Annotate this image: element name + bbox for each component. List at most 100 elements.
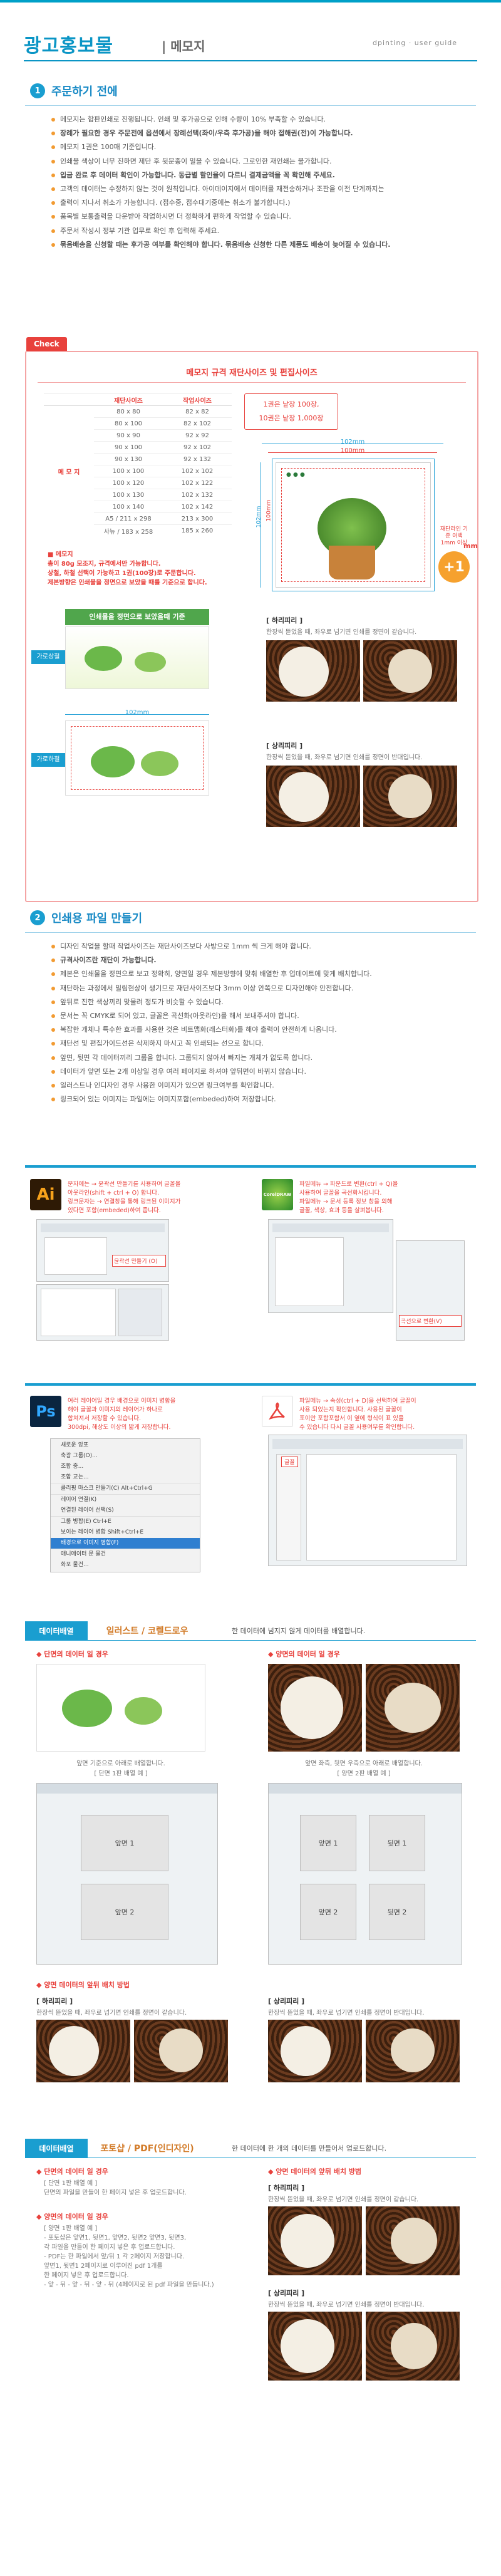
menu-item[interactable]: 레이어 연결(K) [51,1494,200,1505]
band2-single-text: [ 단면 1판 배열 예 ] 단면의 파일을 만들이 한 페이지 넣은 후 업로… [44,2179,187,2198]
cd-line: 글꼴, 색상, 효과 등을 살펴봅니다. [299,1207,384,1214]
ai-line: 있다면 포함(embeded)하여 줍니다. [68,1207,161,1214]
table-cell: 92 x 132 [163,453,232,465]
band1-single-cap2: [ 단면 1판 배열 예 ] [94,1770,148,1777]
left-label: [ 하리피리 ] [266,616,303,625]
cd-screenshot-1 [268,1219,393,1313]
section-2-header: 2 인쇄용 파일 만들기 [30,910,142,926]
tag-horizontal: 가로하철 [31,753,65,767]
menu-item[interactable]: 애니메이터 문 물건 [51,1549,200,1560]
table-cell: 102 x 132 [163,489,232,501]
menu-item[interactable]: 클리핑 마스크 만들기(C) Alt+Ctrl+G [51,1483,200,1494]
table-cell: 82 x 102 [163,417,232,430]
photo-right-a [266,766,360,827]
list-item: 규격사이즈란 재단이 가능합니다. [50,953,476,967]
photo-left-b [363,640,457,702]
cd-menu-hint: 곡선으로 변환(V) [399,1315,462,1327]
band2-left-text: 한장씩 뜯었을 때, 좌우로 넘기면 인쇄를 정면이 같습니다. [268,2196,419,2203]
ai-instructions: 문자에는 → 윤곽선 만들기를 사용하여 글꼴을 아웃라인(shift + ct… [68,1180,180,1215]
band1-double-cap1: 앞면 좌측, 뒷면 우측으로 아래로 배열합니다. [305,1760,423,1767]
band-1-desc: 한 데이터에 넘지지 않게 데이터를 배열합니다. [232,1627,366,1635]
band2-double-title: ◆ 양면의 데이터 일 경우 [36,2213,108,2221]
ps-line: 여러 레이어일 경우 배경으로 이미지 병합을 [68,1398,176,1405]
top-accent-bar [0,0,501,3]
list-item: 묶음배송을 신청할 때는 후가공 여부를 확인해야 합니다. 묶음배송 신청한 … [50,238,476,252]
table-cell: 82 x 82 [163,405,232,418]
band1-single-layout: 앞면 1 앞면 2 [36,1783,218,1965]
menu-item[interactable]: 화포 물건... [51,1560,200,1571]
band2-pair-title: ◆ 양면 데이터의 앞뒤 배치 방법 [268,2168,362,2176]
section-1-list: 메모지는 합판인쇄로 진행됩니다. 인쇄 및 후가공으로 인해 수량이 10% … [50,113,476,252]
menu-item[interactable]: 새로운 앙포 [51,1440,200,1451]
check-heading-rule [38,382,466,383]
list-item: 앞뒤로 진한 색상끼리 맞물려 정도가 비슷할 수 있습니다. [50,995,476,1009]
table-header [44,393,94,406]
pdf-line: 사용 되었는지 확인합니다. 사용된 글꼴이 [299,1406,402,1413]
list-item: 링크되어 있는 이미지는 파일에는 이미지포함(embeded)하여 저장합니다… [50,1093,476,1106]
page-box: 앞면 2 [81,1884,168,1940]
page-box: 뒷면 1 [369,1815,425,1871]
band-2-desc: 한 데이터에 한 개의 데이터를 만들어서 업로드합니다. [232,2144,387,2153]
table-cell: 213 x 300 [163,512,232,525]
header-divider [24,60,477,61]
right-text: 한장씩 뜯었을 때, 좌우로 넘기면 인쇄를 정면이 반대입니다. [266,754,423,761]
section-2-number: 2 [30,910,45,925]
table-cell: 사뉴 / 183 x 258 [94,524,163,537]
left-text: 한장씩 뜯었을 때, 좌우로 넘기면 인쇄를 정면이 같습니다. [266,629,417,636]
ps-line: 300dpi, 해상도 이상의 밟게 저장합니다. [68,1424,171,1431]
menu-item[interactable]: 조합 교는... [51,1472,200,1483]
table-cell: 100 x 100 [94,465,163,477]
band1-right-text: 한장씩 뜯었을 때, 좌우로 넘기면 인쇄를 정면이 반대입니다. [268,2010,425,2017]
memo-sample-top [65,626,209,689]
plus-one-text: +1 [443,559,465,575]
ai-screenshot-2 [36,1284,169,1341]
menu-item[interactable]: 조합 중... [51,1462,200,1472]
product-cell: 메 모 지 [58,469,80,476]
band-1-label: 데이터배열 [25,1621,88,1640]
table-cell: A5 / 211 x 298 [94,512,163,525]
illustrator-icon: Ai [30,1179,61,1210]
band2-line: [ 단면 1판 배열 예 ] [44,2180,98,2187]
list-item: 디자인 작업을 할때 작업사이즈는 재단사이즈보다 사방으로 1mm 씩 크게 … [50,940,476,953]
band2-line: - PDF는 한 파일에서 앞/뒤 1 각 2페이지 저장합니다. [44,2253,185,2260]
menu-item[interactable]: 그룹 병합(E) Ctrl+E [51,1516,200,1527]
list-item: 일러스트나 인디자인 경우 사용한 이미지가 있으면 링크여부를 확인합니다. [50,1079,476,1093]
band1-double-layout: 앞면 1 뒷면 1 앞면 2 뒷면 2 [268,1783,462,1965]
band-2-label: 데이터배열 [25,2139,88,2158]
menu-item[interactable]: 연결된 레이어 선택(S) [51,1505,200,1516]
pdf-instructions: 파일메뉴 → 속성(ctrl + D)을 선택하여 글꼴이 사용 되었는지 확인… [299,1397,416,1432]
band2-line: 각 파일을 만들이 한 페이지 넣은 후 업로드합니다. [44,2244,175,2251]
table-header: 작업사이즈 [163,393,232,406]
menu-item[interactable]: 축광 그룹(O)... [51,1451,200,1462]
band1-double-sample-a [268,1664,362,1752]
qty-box: 1권은 낱장 100장, 10권은 낱장 1,000장 [244,393,338,430]
memo-note: ■ 메모지 총이 80g 모조지, 규격에서만 가능합니다. 상철, 하철 선택… [48,550,235,588]
photoshop-icon: Ps [30,1396,61,1427]
band2-right-text: 한장씩 뜯었을 때, 좌우로 넘기면 인쇄를 정면이 반대입니다. [268,2302,425,2309]
right-label: [ 상리피리 ] [266,742,303,750]
page-title: 광고홍보물 [24,35,113,57]
ai-line: 문자에는 → 윤곽선 만들기를 사용하여 글꼴을 [68,1181,181,1188]
list-item: 재단하는 과정에서 밀림현상이 생기므로 재단사이즈보다 3mm 이상 안쪽으로… [50,982,476,995]
list-item: 메모지는 합판인쇄로 진행됩니다. 인쇄 및 후가공으로 인해 수량이 10% … [50,113,476,127]
memo-sample-bottom [65,720,209,796]
page-box: 앞면 1 [300,1815,356,1871]
table-cell: 92 x 102 [163,441,232,454]
list-item: 문서는 꼭 CMYK로 되어 있고, 글꼴은 곡선화(아웃라인)를 해서 보내주… [50,1009,476,1023]
list-item: 입금 완료 후 데이터 확인이 가능합니다. 동급별 할인율이 다르니 결제금액… [50,169,476,182]
band1-pair-title: ◆ 양면 데이터의 앞뒤 배치 방법 [36,1981,130,1989]
menu-item[interactable]: 보이는 레이어 병합 Shift+Ctrl+E [51,1527,200,1538]
band2-photo-1 [268,2206,362,2275]
menu-item-flatten[interactable]: 배경으로 이미지 병합(F) [51,1538,200,1549]
table-cell: 102 x 122 [163,477,232,489]
list-item: 고객의 데이터는 수정하지 않는 것이 원칙입니다. 아이데이지에서 데이터를 … [50,182,476,196]
table-cell: 92 x 92 [163,429,232,442]
band2-line: - 앞 - 뒤 - 앞 - 뒤 - 앞 - 뒤 (4페이지로 된 pdf 파일을… [44,2282,214,2288]
list-item: 재단선 및 편집가이드선은 삭제하지 마시고 꼭 인쇄되는 선으로 합니다. [50,1037,476,1051]
green-bar: 인쇄물을 정면으로 보았을때 기준 [65,609,209,625]
cd-line: 사용하여 글꼴을 곡선화시킵니다. [299,1190,382,1197]
band2-photo-3 [268,2312,362,2381]
table-header: 재단사이즈 [94,393,163,406]
software-rule-1 [25,1165,476,1168]
band1-right-label: [ 상리피리 ] [268,1997,305,2005]
